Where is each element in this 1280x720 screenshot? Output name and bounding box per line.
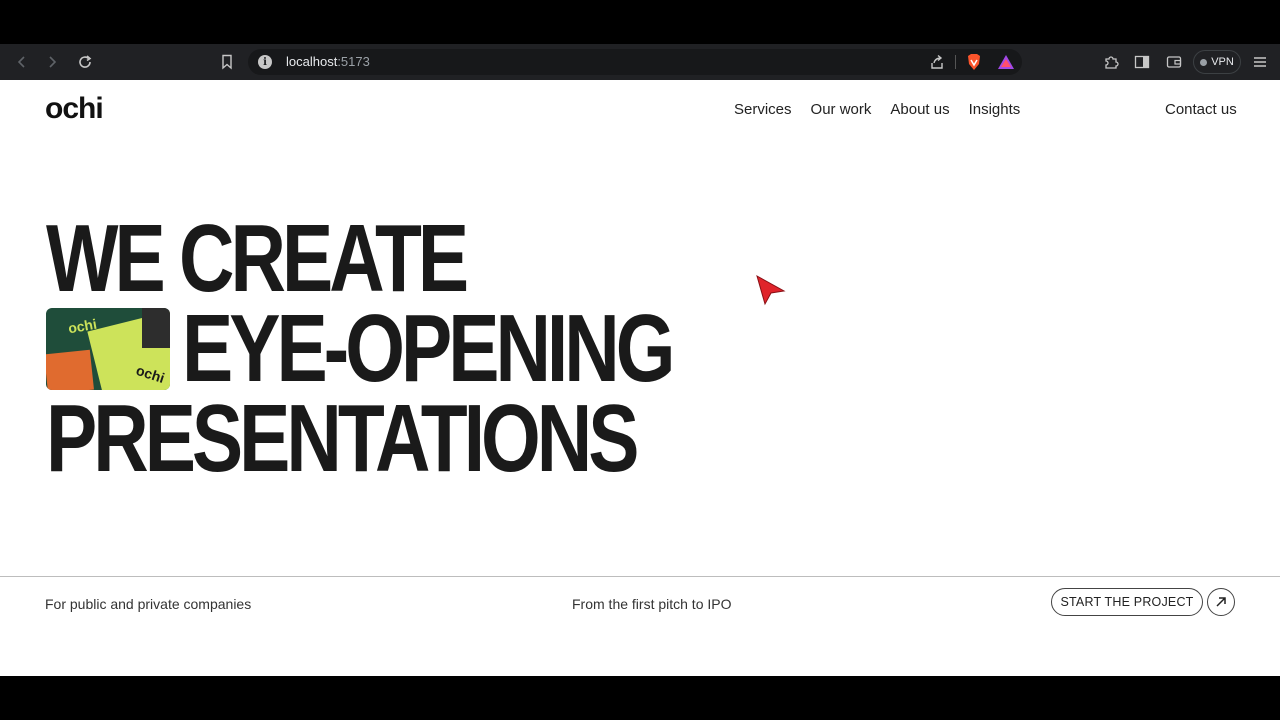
- menu-icon[interactable]: [1250, 52, 1270, 72]
- brave-shield-icon[interactable]: [964, 52, 984, 72]
- sidebar-icon[interactable]: [1132, 52, 1152, 72]
- hero-heading: WE CREATE ochi ochi EYE-OPENING PRESENTA…: [46, 205, 794, 492]
- hero-row-2: ochi ochi EYE-OPENING: [46, 295, 794, 402]
- nav-insights[interactable]: Insights: [969, 101, 1021, 118]
- arrow-up-right-icon[interactable]: [1207, 588, 1235, 616]
- letterbox-bottom: [0, 676, 1280, 720]
- vpn-label: VPN: [1211, 56, 1234, 68]
- url-host: localhost: [286, 54, 338, 69]
- address-bar[interactable]: i localhost:5173: [248, 49, 1022, 75]
- hero-line-1: WE CREATE: [46, 205, 469, 312]
- nav-our-work[interactable]: Our work: [811, 101, 872, 118]
- letterbox-top: [0, 0, 1280, 44]
- back-icon[interactable]: [12, 52, 32, 72]
- vpn-status-icon: [1200, 58, 1208, 66]
- browser-toolbar: i localhost:5173 VPN: [0, 44, 1280, 81]
- site-logo[interactable]: ochi: [45, 92, 104, 126]
- info-icon[interactable]: i: [258, 55, 272, 69]
- tagline-middle: From the first pitch to IPO: [572, 596, 732, 612]
- tagline-left: For public and private companies: [45, 596, 252, 612]
- hero-line-2: EYE-OPENING: [182, 295, 675, 402]
- nav-services[interactable]: Services: [734, 101, 792, 118]
- hero-line-3: PRESENTATIONS: [46, 385, 639, 492]
- reload-icon[interactable]: [75, 52, 95, 72]
- toolbar-divider: [955, 55, 956, 69]
- mouse-cursor-icon: [756, 274, 786, 306]
- wallet-icon[interactable]: [1164, 52, 1184, 72]
- extensions-icon[interactable]: [1101, 52, 1121, 72]
- main-nav: Services Our work About us Insights: [734, 101, 1020, 118]
- web-page: ochi Services Our work About us Insights…: [0, 80, 1280, 676]
- url-text[interactable]: localhost:5173: [286, 54, 370, 69]
- brave-rewards-icon[interactable]: [996, 52, 1016, 72]
- bookmark-icon[interactable]: [217, 52, 237, 72]
- section-divider: [0, 576, 1280, 577]
- thumb-dark-card: [142, 308, 170, 348]
- share-icon[interactable]: [927, 52, 947, 72]
- vpn-button[interactable]: VPN: [1193, 50, 1241, 74]
- nav-about-us[interactable]: About us: [890, 101, 949, 118]
- start-project-button[interactable]: START THE PROJECT: [1051, 588, 1203, 616]
- thumb-orange-card: [46, 349, 94, 390]
- url-port: :5173: [337, 54, 370, 69]
- hero-thumbnail-image: ochi ochi: [46, 308, 170, 390]
- nav-contact-us[interactable]: Contact us: [1165, 101, 1237, 118]
- forward-icon[interactable]: [42, 52, 62, 72]
